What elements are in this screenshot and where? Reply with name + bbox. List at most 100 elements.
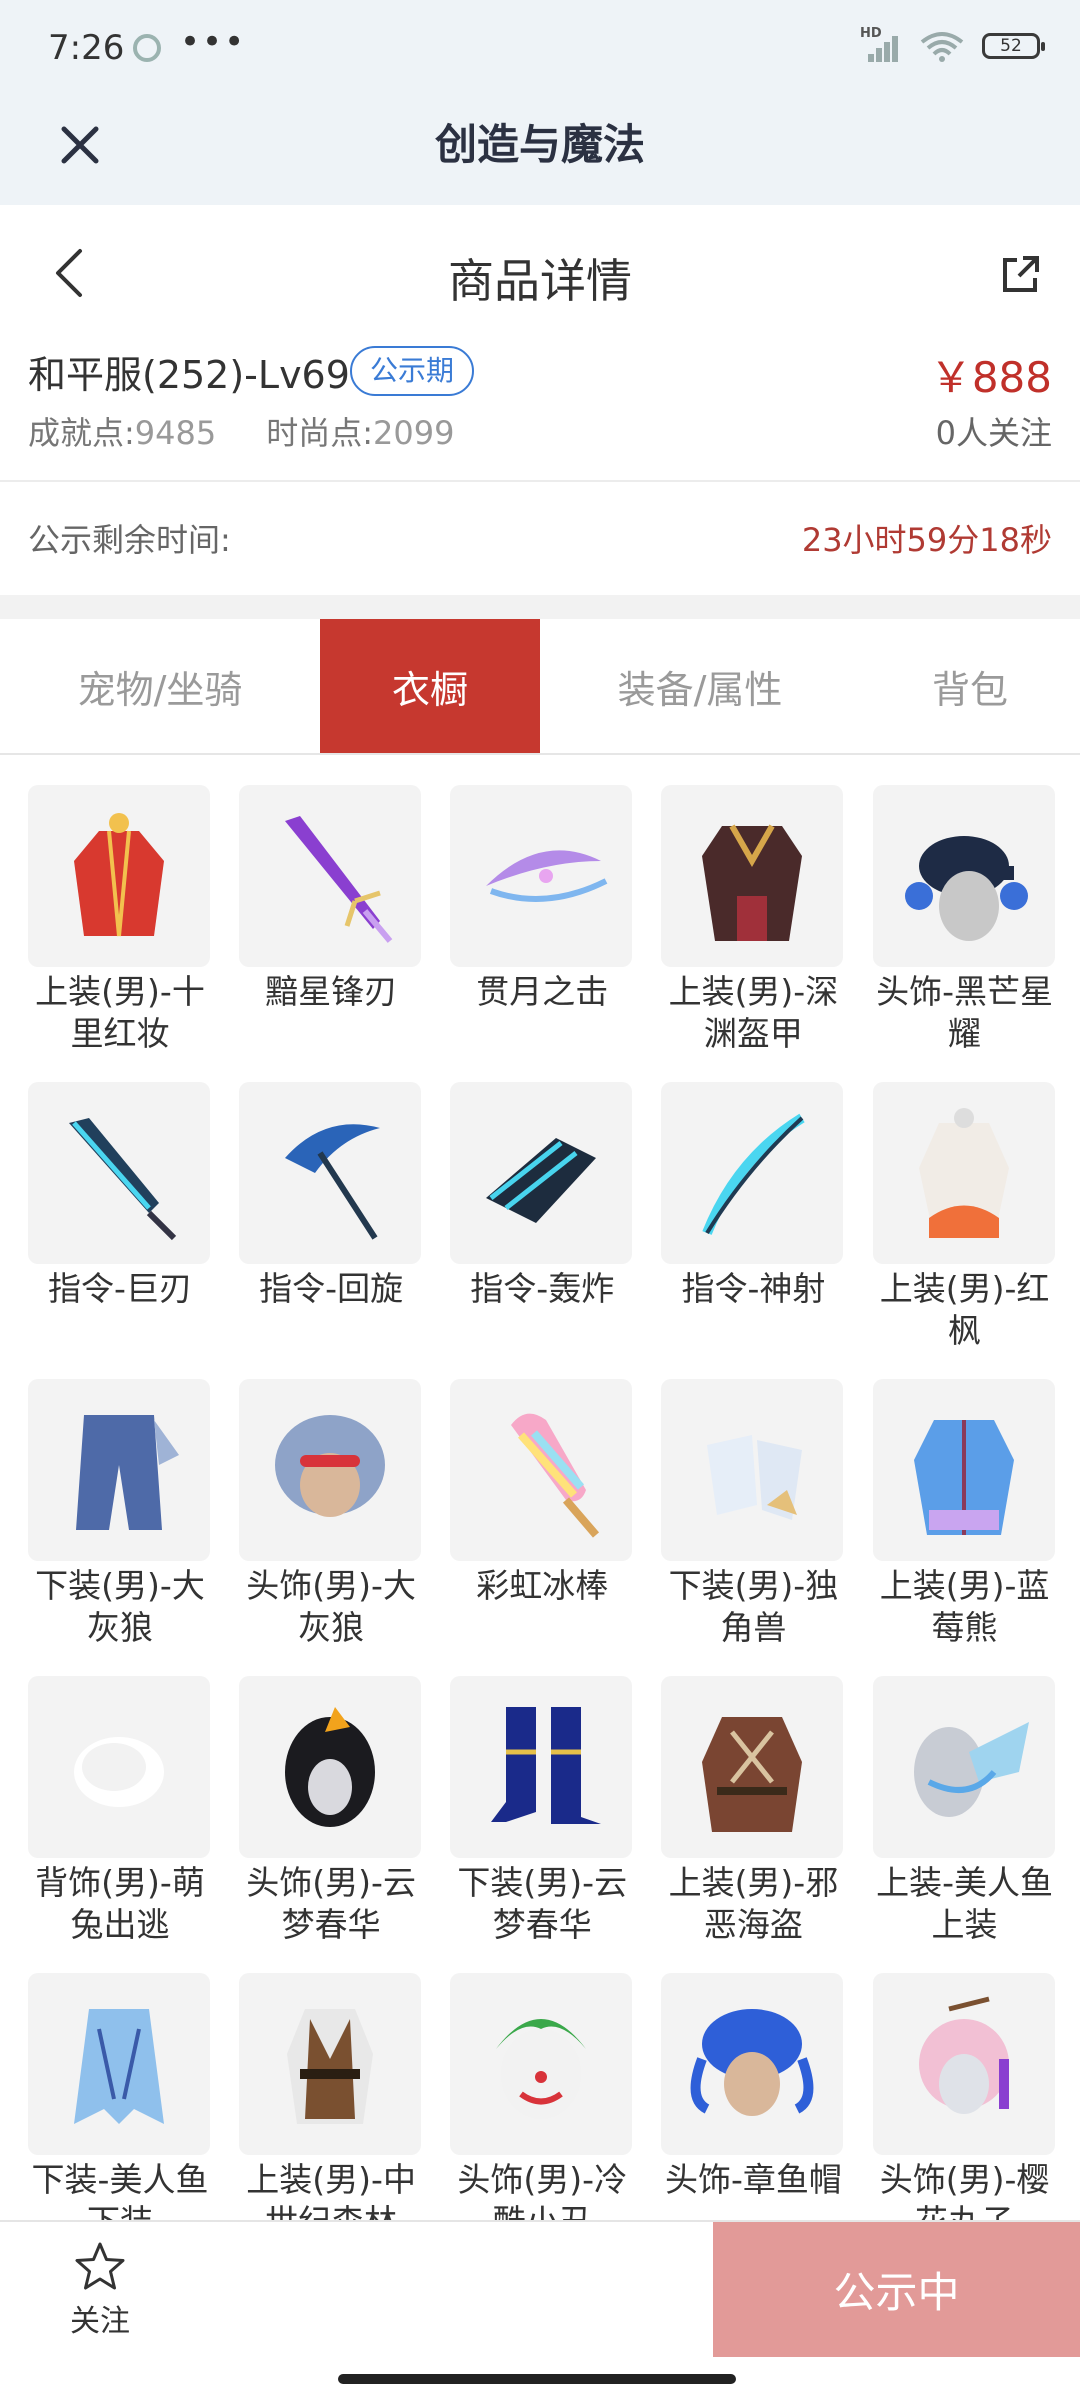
item-label: 头饰(男)-云梦春华 (246, 1863, 416, 1944)
item-thumbnail (450, 1379, 633, 1561)
wardrobe-item[interactable]: 头饰-黑芒星耀 (872, 785, 1057, 1055)
wardrobe-item[interactable]: 指令-巨刃 (28, 1082, 212, 1310)
item-label: 上装(男)-深渊盔甲 (668, 972, 839, 1053)
pirate-coat-icon (702, 1717, 803, 1832)
item-label: 下装(男)-云梦春华 (457, 1863, 628, 1944)
blue-greatsword-icon (69, 1118, 177, 1241)
wardrobe-item[interactable]: 下装(男)-云梦春华 (450, 1676, 634, 1946)
wardrobe-item[interactable]: 头饰(男)-云梦春华 (239, 1676, 423, 1946)
item-label: 上装-美人鱼上装 (876, 1863, 1053, 1944)
countdown-row: 公示剩余时间: 23小时59分18秒 (0, 480, 1080, 590)
item-thumbnail (872, 785, 1055, 967)
item-label: 黯星锋刃 (265, 972, 398, 1011)
wardrobe-item[interactable]: 上装(男)-蓝莓熊 (872, 1379, 1057, 1649)
wardrobe-item[interactable]: 指令-回旋 (239, 1082, 423, 1310)
item-label: 指令-回旋 (259, 1269, 404, 1308)
wardrobe-item[interactable]: 贯月之击 (450, 785, 634, 1013)
blue-scythe-icon (285, 1124, 381, 1240)
follow-label: 关注 (70, 2304, 130, 2339)
follower-count: 0人关注 (935, 414, 1052, 452)
wardrobe-item[interactable]: 下装(男)-独角兽 (661, 1379, 845, 1649)
item-label: 指令-巨刃 (48, 1269, 192, 1308)
wardrobe-item[interactable]: 头饰(男)-大灰狼 (239, 1379, 423, 1649)
publicity-status-button[interactable]: 公示中 (713, 2222, 1080, 2357)
item-thumbnail (450, 1082, 633, 1264)
blue-jacket-icon (913, 1420, 1014, 1535)
cap-headphones-icon (904, 836, 1028, 941)
countdown-label: 公示剩余时间: (28, 521, 231, 559)
item-label: 上装(男)-中世纪森林 (246, 2160, 416, 2220)
fashion-label: 时尚点: (266, 414, 374, 452)
wardrobe-item[interactable]: 上装(男)-中世纪森林 (239, 1973, 423, 2220)
forest-vest-icon (287, 2009, 374, 2124)
item-label: 上装(男)-蓝莓熊 (879, 1566, 1050, 1647)
red-maple-outfit-icon (918, 1108, 1009, 1238)
item-thumbnail (872, 1082, 1055, 1264)
item-thumbnail (450, 1973, 633, 2155)
item-label: 头饰(男)-冷酷小丑 (457, 2160, 628, 2220)
wardrobe-item[interactable]: 黯星锋刃 (239, 785, 423, 1013)
tab-equipment-attributes[interactable]: 装备/属性 (540, 619, 860, 753)
item-thumbnail (239, 1082, 422, 1264)
tab-bar: 宠物/坐骑 衣橱 装备/属性 背包 (0, 619, 1080, 755)
wardrobe-item[interactable]: 上装(男)-邪恶海盗 (661, 1676, 845, 1946)
wardrobe-item[interactable]: 上装(男)-红枫 (872, 1082, 1057, 1352)
cell-signal-icon: HD (860, 26, 902, 62)
red-robe-icon (74, 813, 164, 937)
status-bar: 7:26 ••• HD 52 (0, 0, 1080, 95)
status-badge: 公示期 (350, 346, 475, 396)
wardrobe-item[interactable]: 上装-美人鱼上装 (872, 1676, 1057, 1946)
share-icon (1003, 256, 1039, 292)
wardrobe-item[interactable]: 指令-轰炸 (450, 1082, 634, 1310)
share-button[interactable] (990, 245, 1050, 305)
item-thumbnail (661, 1676, 844, 1858)
wardrobe-item[interactable]: 下装-美人鱼下装 (28, 1973, 212, 2220)
item-thumbnail (239, 785, 422, 967)
item-thumbnail (28, 1082, 210, 1264)
more-notifications-icon: ••• (180, 22, 247, 62)
fashion-value: 2099 (373, 414, 455, 452)
wardrobe-item[interactable]: 背饰(男)-萌兔出逃 (28, 1676, 212, 1946)
tab-wardrobe[interactable]: 衣橱 (320, 619, 540, 753)
item-label: 上装(男)-邪恶海盗 (668, 1863, 839, 1944)
wardrobe-item[interactable]: 彩虹冰棒 (450, 1379, 634, 1607)
item-label: 下装(男)-独角兽 (668, 1566, 839, 1647)
product-name: 和平服(252)-Lv69 (28, 353, 350, 397)
item-thumbnail (28, 1379, 210, 1561)
item-thumbnail (28, 1973, 210, 2155)
white-boots-icon (707, 1435, 803, 1520)
status-indicators: HD 52 (860, 26, 1045, 62)
item-label: 贯月之击 (476, 972, 609, 1011)
sakura-hair-icon (918, 1996, 1009, 2114)
item-label: 背饰(男)-萌兔出逃 (35, 1863, 205, 1944)
wardrobe-item[interactable]: 下装(男)-大灰狼 (28, 1379, 212, 1649)
follow-button[interactable]: 关注 (50, 2240, 150, 2360)
wardrobe-item[interactable]: 指令-神射 (661, 1082, 845, 1310)
wardrobe-item[interactable]: 头饰-章鱼帽 (661, 1973, 845, 2201)
item-label: 指令-轰炸 (470, 1269, 615, 1308)
clown-mask-icon (496, 2019, 587, 2119)
page-title: 商品详情 (448, 254, 632, 308)
home-indicator (338, 2374, 736, 2384)
mermaid-top-icon (913, 1722, 1029, 1817)
item-thumbnail (28, 1676, 210, 1858)
wardrobe-grid: 上装(男)-十里红妆 黯星锋刃 贯月之击 上装(男)-深渊盔甲 头饰-黑芒星耀指令-巨刃… (28, 785, 1058, 2220)
wardrobe-item[interactable]: 头饰(男)-樱花丸子 (872, 1973, 1057, 2220)
item-label: 上装(男)-红枫 (879, 1269, 1050, 1350)
tab-backpack[interactable]: 背包 (860, 619, 1080, 753)
blue-cannon-icon (486, 1138, 597, 1223)
item-thumbnail (239, 1379, 422, 1561)
page-header: 商品详情 (0, 205, 1080, 340)
dark-armor-icon (702, 824, 803, 941)
wardrobe-item[interactable]: 头饰(男)-冷酷小丑 (450, 1973, 634, 2220)
item-thumbnail (239, 1676, 422, 1858)
tab-pets-mounts[interactable]: 宠物/坐骑 (0, 619, 320, 753)
item-label: 下装-美人鱼下装 (31, 2160, 209, 2220)
bottom-bar: 关注 公示中 (0, 2220, 1080, 2400)
blue-pants-icon (76, 1415, 179, 1530)
wardrobe-item[interactable]: 上装(男)-十里红妆 (28, 785, 212, 1055)
status-time: 7:26 (48, 28, 125, 68)
item-label: 头饰(男)-大灰狼 (246, 1566, 416, 1647)
item-thumbnail (661, 785, 844, 967)
wardrobe-item[interactable]: 上装(男)-深渊盔甲 (661, 785, 845, 1055)
